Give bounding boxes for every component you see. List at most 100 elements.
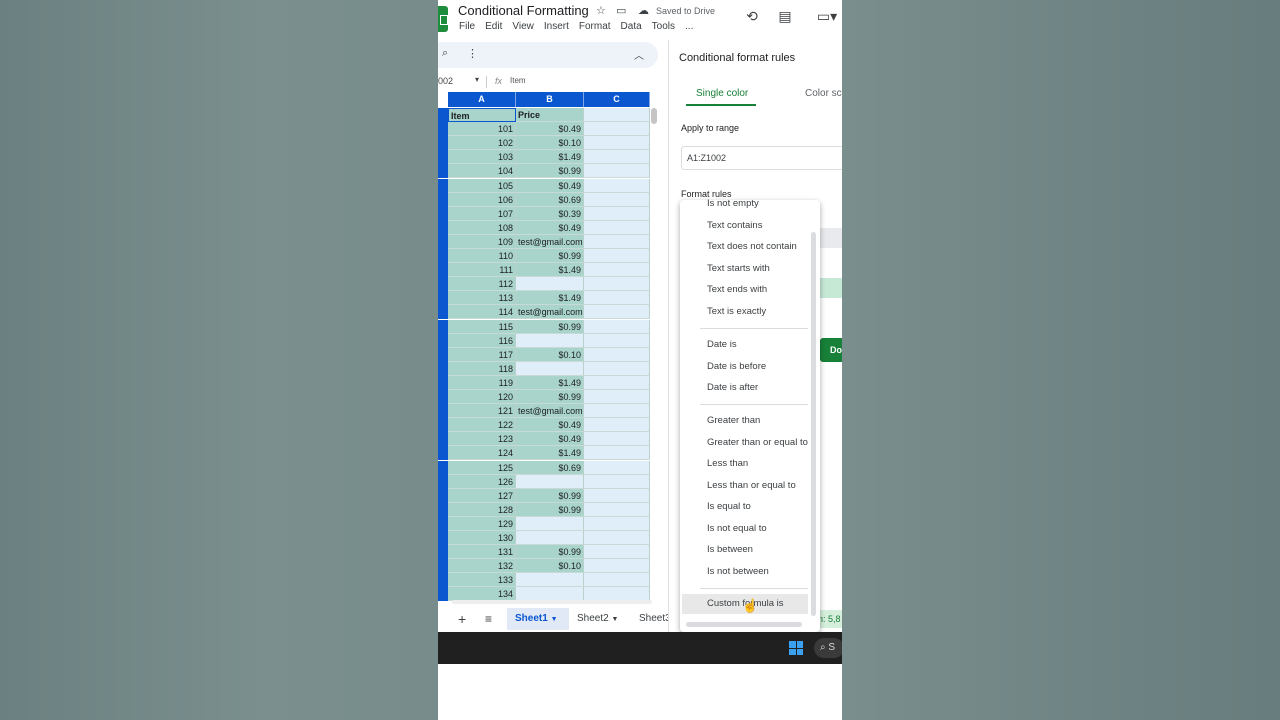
name-box[interactable]: 002 <box>438 76 453 86</box>
dropdown-option[interactable]: Is equal to <box>707 501 751 512</box>
cell-b[interactable]: test@gmail.com <box>516 234 584 249</box>
cell-b[interactable]: $0.99 <box>516 502 584 517</box>
cell-a[interactable]: 123 <box>448 432 516 447</box>
row-header[interactable] <box>438 587 448 602</box>
cell-c[interactable] <box>584 474 650 489</box>
cell-b[interactable]: $1.49 <box>516 446 584 461</box>
cell-c[interactable] <box>584 545 650 560</box>
row-header[interactable] <box>438 333 448 348</box>
row-header[interactable] <box>438 559 448 574</box>
dropdown-option[interactable]: Greater than <box>707 415 760 426</box>
cell-a[interactable]: 109 <box>448 234 516 249</box>
cell-a[interactable]: 133 <box>448 573 516 588</box>
row-header[interactable] <box>438 488 448 503</box>
row-header[interactable] <box>438 122 448 137</box>
cell-a[interactable]: 127 <box>448 488 516 503</box>
cell-a[interactable]: 111 <box>448 263 516 278</box>
cell-b[interactable]: $0.99 <box>516 319 584 334</box>
folder-icon[interactable]: ▭ <box>616 4 626 17</box>
cell-b[interactable]: $0.69 <box>516 192 584 207</box>
cell-a[interactable]: 124 <box>448 446 516 461</box>
cell-b[interactable] <box>516 531 584 545</box>
cell-a[interactable]: 113 <box>448 291 516 306</box>
cell-c[interactable] <box>584 192 650 207</box>
cell-a[interactable]: 105 <box>448 178 516 193</box>
dropdown-option[interactable]: Less than <box>707 458 748 469</box>
row-header[interactable] <box>438 178 448 193</box>
row-header[interactable] <box>438 164 448 179</box>
cell-c[interactable] <box>584 234 650 249</box>
cell-a[interactable]: 129 <box>448 516 516 531</box>
cell-a[interactable]: 101 <box>448 122 516 137</box>
row-header[interactable] <box>438 234 448 249</box>
cell-a[interactable]: 132 <box>448 559 516 574</box>
row-header[interactable] <box>438 305 448 320</box>
cell-a[interactable]: 107 <box>448 206 516 221</box>
cell-a[interactable]: 116 <box>448 333 516 348</box>
dropdown-option[interactable]: Is not empty <box>707 198 759 209</box>
chevron-up-icon[interactable]: ︿ <box>634 47 644 62</box>
cell-a[interactable]: 108 <box>448 220 516 235</box>
dropdown-option[interactable]: Date is <box>707 339 737 350</box>
dropdown-option[interactable]: Date is after <box>707 382 758 393</box>
tab-sheet2[interactable]: Sheet2 ▼ <box>569 608 627 630</box>
comment-icon[interactable]: ▤ <box>776 8 794 24</box>
cell-b[interactable]: $0.99 <box>516 164 584 179</box>
cell-b[interactable]: $1.49 <box>516 291 584 306</box>
cell-a[interactable]: 103 <box>448 150 516 165</box>
cell-b[interactable]: $0.69 <box>516 460 584 475</box>
add-sheet-button[interactable]: + <box>450 608 474 630</box>
dropdown-horizontal-scrollbar[interactable] <box>686 622 802 627</box>
row-header[interactable] <box>438 192 448 207</box>
dropdown-option[interactable]: Is between <box>707 544 753 555</box>
cell-a[interactable]: 122 <box>448 418 516 433</box>
cell-b[interactable] <box>516 474 584 489</box>
cell-c[interactable] <box>584 460 650 475</box>
row-header[interactable] <box>438 220 448 235</box>
dropdown-option[interactable]: Text starts with <box>707 263 770 274</box>
cell-c[interactable] <box>584 206 650 221</box>
cell-c[interactable] <box>584 136 650 151</box>
cell-c[interactable] <box>584 361 650 376</box>
history-icon[interactable]: ⟲ <box>743 8 761 24</box>
range-input[interactable]: A1:Z1002 <box>681 146 842 170</box>
cell-a[interactable]: Item <box>448 108 516 122</box>
cell-a[interactable]: 130 <box>448 531 516 545</box>
cell-a[interactable]: 104 <box>448 164 516 179</box>
cell-c[interactable] <box>584 291 650 306</box>
dropdown-option[interactable]: Is not equal to <box>707 523 767 534</box>
row-header[interactable] <box>438 347 448 362</box>
cell-b[interactable]: $1.49 <box>516 263 584 278</box>
cell-c[interactable] <box>584 531 650 545</box>
cell-b[interactable] <box>516 516 584 531</box>
cell-c[interactable] <box>584 263 650 278</box>
dropdown-option[interactable]: Text contains <box>707 220 762 231</box>
cell-a[interactable]: 120 <box>448 390 516 404</box>
row-header[interactable] <box>438 319 448 334</box>
dropdown-option[interactable]: Less than or equal to <box>707 480 796 491</box>
row-header[interactable] <box>438 263 448 278</box>
cell-c[interactable] <box>584 573 650 588</box>
cell-b[interactable]: $0.49 <box>516 178 584 193</box>
star-icon[interactable]: ☆ <box>596 4 606 17</box>
row-header[interactable] <box>438 291 448 306</box>
cell-a[interactable]: 119 <box>448 375 516 390</box>
menu-edit[interactable]: Edit <box>485 21 502 32</box>
cell-c[interactable] <box>584 319 650 334</box>
row-header[interactable] <box>438 277 448 292</box>
cell-c[interactable] <box>584 432 650 447</box>
cell-a[interactable]: 112 <box>448 277 516 292</box>
tab-color-scale[interactable]: Color sc <box>805 88 842 99</box>
row-header[interactable] <box>438 460 448 475</box>
row-header[interactable] <box>438 390 448 405</box>
cell-b[interactable]: Price <box>516 108 584 122</box>
taskbar-search[interactable]: ⌕ S <box>814 638 842 658</box>
cell-b[interactable] <box>516 361 584 376</box>
chevron-down-icon[interactable]: ▾ <box>475 75 479 84</box>
menu-more[interactable]: ... <box>685 21 693 32</box>
cell-c[interactable] <box>584 122 650 137</box>
windows-start-icon[interactable] <box>789 641 803 655</box>
row-header[interactable] <box>438 516 448 531</box>
row-header[interactable] <box>438 474 448 489</box>
cell-b[interactable] <box>516 573 584 588</box>
